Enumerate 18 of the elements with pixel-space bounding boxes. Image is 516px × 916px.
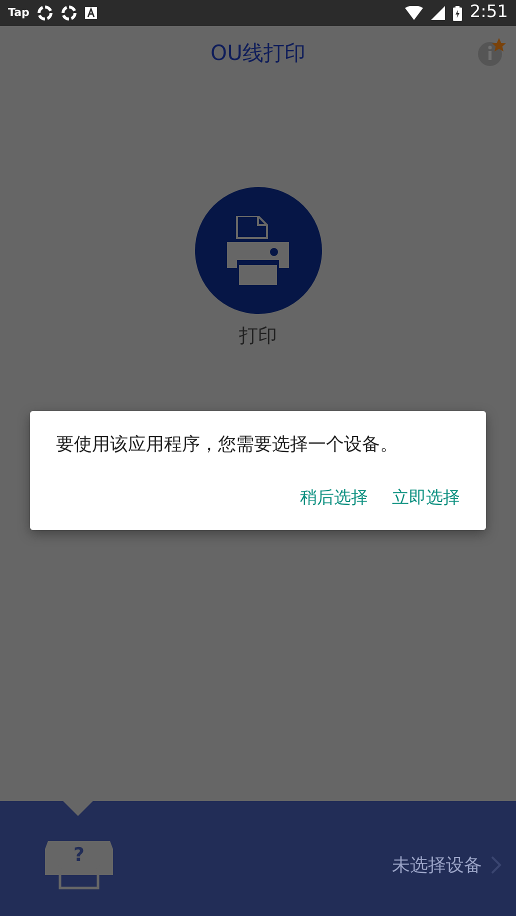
print-label: 打印: [239, 324, 277, 349]
signal-icon: [430, 6, 445, 20]
chevron-right-icon[interactable]: [490, 855, 502, 875]
sync-icon: [61, 5, 78, 21]
clock-time: 2:51: [470, 1, 508, 24]
info-icon[interactable]: [478, 38, 506, 68]
app-label: Tap: [8, 4, 30, 21]
pointer-notch: [62, 800, 94, 816]
notification-icon: [85, 7, 98, 19]
dialog-button[interactable]: 稍后选择: [300, 482, 368, 516]
app-title: OU线打印: [210, 40, 306, 68]
battery-icon: [452, 6, 462, 20]
wifi-icon: [404, 6, 423, 20]
device-status: 未选择设备: [392, 854, 482, 878]
dialog-message: 要使用该应用程序，您需要选择一个设备。: [56, 433, 399, 457]
sync-icon: [37, 5, 54, 21]
dialog-button[interactable]: 立即选择: [392, 482, 460, 516]
printer-icon: [227, 216, 289, 286]
